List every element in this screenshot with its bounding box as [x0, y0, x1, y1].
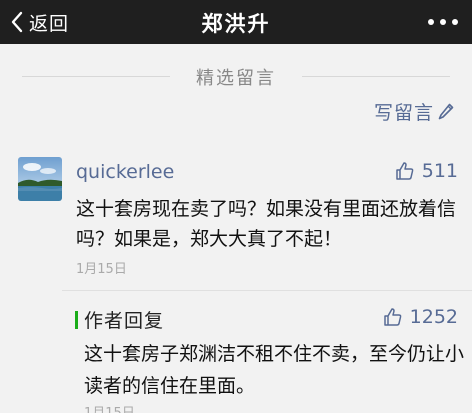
- comment-text: 这十套房现在卖了吗？如果没有里面还放着信吗？如果是，郑大大真了不起！: [76, 198, 457, 250]
- more-dots-icon: [452, 19, 458, 25]
- page-title: 郑洪升: [201, 12, 271, 36]
- reply-like-count: 1252: [409, 306, 458, 328]
- more-dots-icon: [440, 19, 446, 25]
- avatar[interactable]: [18, 157, 62, 201]
- author-reply-date: 1月15日: [84, 402, 135, 413]
- comment-username[interactable]: quickerlee: [76, 161, 174, 183]
- like-count: 511: [421, 160, 458, 182]
- reply-accent-bar: [75, 311, 78, 329]
- divider-right: [302, 76, 450, 77]
- thumbs-up-icon: [383, 308, 401, 326]
- author-reply-label: 作者回复: [84, 310, 165, 332]
- write-comment-link[interactable]: 写留言: [374, 98, 454, 125]
- comment-date: 1月15日: [76, 262, 127, 277]
- reply-like-button[interactable]: 1252: [383, 306, 458, 328]
- section-header: 精选留言: [0, 64, 472, 89]
- pencil-icon: [438, 103, 454, 119]
- like-button[interactable]: 511: [395, 160, 458, 182]
- thumbs-up-icon: [395, 162, 414, 180]
- section-title: 精选留言: [196, 68, 276, 89]
- avatar-landscape-image: [18, 157, 62, 201]
- more-options-button[interactable]: [428, 17, 458, 27]
- author-reply-text: 这十套房子郑渊洁不租不住不卖，至今仍让小读者的信住在里面。: [84, 343, 465, 397]
- write-comment-label: 写留言: [373, 102, 434, 124]
- navbar: 返回 郑洪升: [0, 0, 472, 44]
- more-dots-icon: [428, 19, 434, 25]
